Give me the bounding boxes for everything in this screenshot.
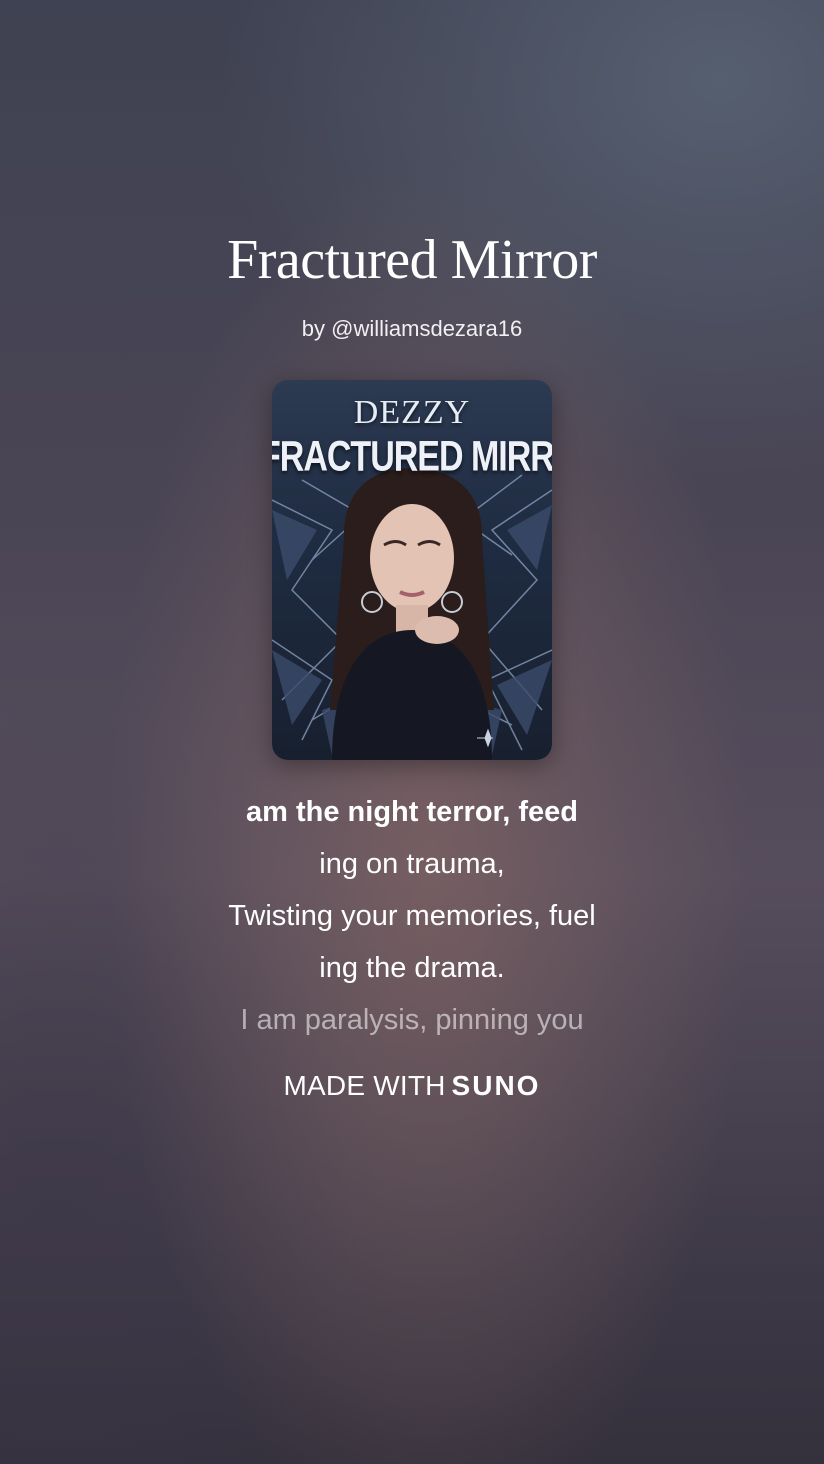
lyric-line: ing on trauma, xyxy=(319,848,505,880)
lyric-line-active: am the night terror, feed xyxy=(246,796,578,828)
cover-artist-text: DEZZY xyxy=(353,394,471,431)
lyric-line: ing the drama. xyxy=(319,952,505,984)
album-cover: DEZZY FRACTURED MIRROR xyxy=(272,380,552,760)
song-byline[interactable]: by @williamsdezara16 xyxy=(0,316,824,342)
cover-title-text: FRACTURED MIRROR xyxy=(272,433,552,481)
lyric-line: Twisting your memories, fuel xyxy=(228,900,596,932)
lyrics-block: am the night terror, feed ing on trauma,… xyxy=(0,786,824,1046)
lyric-line-upcoming: I am paralysis, pinning you xyxy=(240,1004,584,1036)
made-with-label: MADE WITH xyxy=(283,1070,446,1101)
song-title: Fractured Mirror xyxy=(227,229,597,291)
made-with-suno-badge: MADE WITH SUNO xyxy=(0,1070,824,1102)
lyrics-share-screen: Fractured Mirror by @williamsdezara16 DE… xyxy=(0,0,824,1464)
suno-logo: SUNO xyxy=(451,1070,541,1101)
